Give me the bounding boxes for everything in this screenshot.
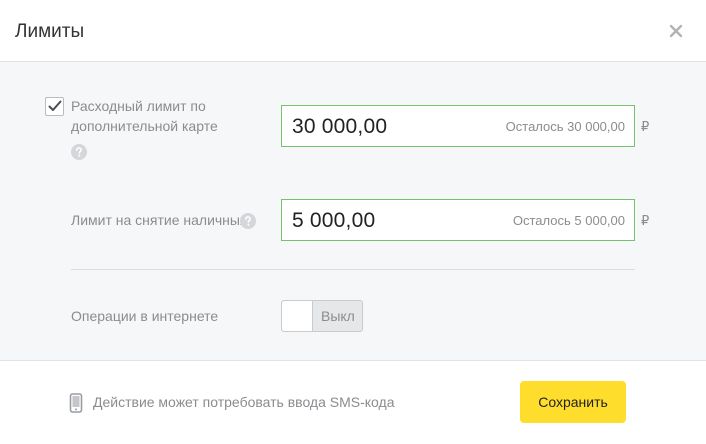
dialog-title: Лимиты [15,21,85,42]
card-limit-input[interactable]: 30 000,00 Осталось 30 000,00 [281,105,635,147]
toggle-state-label: Выкл [321,308,355,324]
internet-ops-label: Операции в интернете [71,308,219,324]
cash-limit-currency: ₽ [641,213,650,228]
question-icon[interactable] [240,213,256,229]
dialog-footer: Действие может потребовать ввода SMS-код… [0,361,706,444]
card-limit-label-line1: Расходный лимит по [71,98,206,114]
toggle-knob [282,301,313,331]
dialog-header: Лимиты [0,0,706,62]
card-limit-value: 30 000,00 [292,115,388,138]
cash-limit-value: 5 000,00 [292,209,376,232]
internet-ops-toggle[interactable]: Выкл [281,300,363,332]
section-divider [71,269,635,270]
card-limit-label-line2: дополнительной карте [71,118,218,134]
dialog-body: Расходный лимит по дополнительной карте … [0,62,706,361]
phone-icon [69,393,83,413]
cash-limit-label: Лимит на снятие наличных [71,212,247,228]
close-icon[interactable] [664,19,688,43]
card-limit-checkbox[interactable] [45,97,64,116]
question-icon[interactable] [71,144,87,160]
sms-notice: Действие может потребовать ввода SMS-код… [93,394,395,410]
limits-dialog: Лимиты Расходный лимит по дополнительной… [0,0,706,444]
cash-limit-remaining: Осталось 5 000,00 [512,213,625,228]
card-limit-currency: ₽ [641,119,650,134]
save-button[interactable]: Сохранить [520,381,626,423]
cash-limit-input[interactable]: 5 000,00 Осталось 5 000,00 [281,199,635,241]
card-limit-remaining: Осталось 30 000,00 [505,119,625,134]
